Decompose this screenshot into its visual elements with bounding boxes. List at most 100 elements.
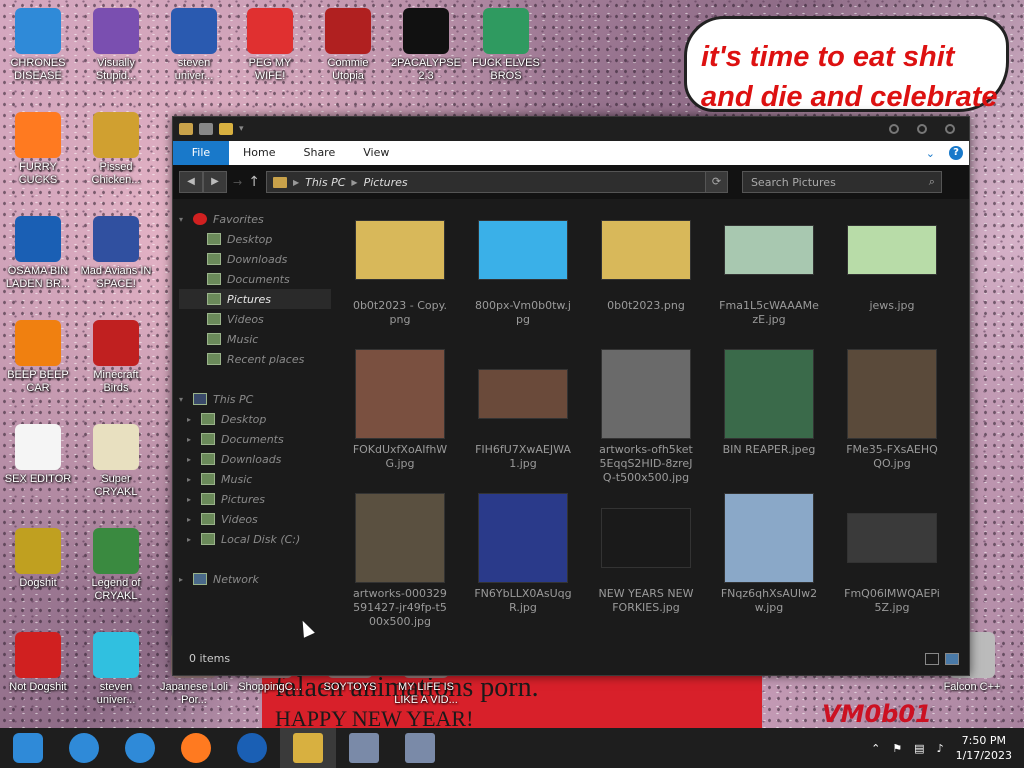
nav-item[interactable]: ▸ Downloads [179, 449, 331, 469]
file-item[interactable]: artworks-ofh5ket5EqqS2HID-8zreJQ-t500x50… [587, 349, 705, 493]
file-explorer-window[interactable]: ▾ File Home Share View ⌄ ? ◀ ▶ → ↑ ▶ Thi… [172, 116, 970, 676]
tab-view[interactable]: View [349, 141, 403, 165]
maximize-button[interactable] [917, 124, 927, 134]
nav-item[interactable]: Pictures [179, 289, 331, 309]
nav-item[interactable]: ▸ Network [179, 569, 331, 589]
file-item[interactable]: FNqz6qhXsAUIw2w.jpg [710, 493, 828, 637]
nav-item[interactable]: ▸ Local Disk (C:) [179, 529, 331, 549]
desktop-icon[interactable]: Not Dogshit [2, 632, 74, 694]
expand-arrow-icon[interactable]: ▸ [187, 415, 195, 424]
taskbar-app-button[interactable] [392, 728, 448, 768]
desktop-icon[interactable]: Commie Utopia [312, 8, 384, 83]
nav-item[interactable]: Desktop [179, 229, 331, 249]
nav-item[interactable]: Recent places [179, 349, 331, 369]
expand-arrow-icon[interactable]: ▸ [187, 535, 195, 544]
tab-file[interactable]: File [173, 141, 229, 165]
nav-item[interactable]: ▸ Documents [179, 429, 331, 449]
taskbar-app-button[interactable] [168, 728, 224, 768]
taskbar-app-button[interactable] [224, 728, 280, 768]
breadcrumb-pictures[interactable]: Pictures [364, 176, 408, 189]
network-icon[interactable]: ▤ [914, 742, 924, 755]
expand-arrow-icon[interactable]: ▸ [187, 455, 195, 464]
desktop-icon[interactable]: Mad Avians IN SPACE! [80, 216, 152, 291]
tab-share[interactable]: Share [289, 141, 349, 165]
nav-item[interactable]: ▸ Music [179, 469, 331, 489]
chevron-down-icon[interactable]: ▾ [239, 124, 244, 134]
search-icon[interactable]: ⌕ [929, 175, 935, 189]
nav-item[interactable]: Documents [179, 269, 331, 289]
taskbar-app-button[interactable] [336, 728, 392, 768]
nav-item[interactable]: Videos [179, 309, 331, 329]
minimize-button[interactable] [889, 124, 899, 134]
help-icon[interactable]: ? [949, 146, 963, 160]
desktop-icon[interactable]: BEEP BEEP CAR [2, 320, 74, 395]
details-view-icon[interactable] [925, 653, 939, 665]
desktop-icon[interactable]: Super CRYAKL [80, 424, 152, 499]
desktop-icon[interactable]: Minecraft Birds [80, 320, 152, 395]
file-item[interactable]: jews.jpg [833, 205, 951, 349]
address-bar[interactable]: ▶ This PC ▶ Pictures ⟳ [265, 171, 728, 193]
expand-arrow-icon[interactable]: ▸ [187, 515, 195, 524]
properties-icon[interactable] [199, 123, 213, 135]
desktop-icon[interactable]: steven univer... [80, 632, 152, 707]
file-item[interactable]: NEW YEARS NEW FORKIES.jpg [587, 493, 705, 637]
desktop-icon[interactable]: OSAMA BIN LADEN BR... [2, 216, 74, 291]
nav-item[interactable]: Music [179, 329, 331, 349]
expand-ribbon-icon[interactable]: ⌄ [926, 147, 935, 160]
refresh-button[interactable]: ⟳ [704, 172, 727, 192]
recent-arrow-icon[interactable]: → [233, 176, 242, 189]
nav-item[interactable]: ▸ Desktop [179, 409, 331, 429]
desktop-icon[interactable]: PEG MY WIFE! [234, 8, 306, 83]
clock[interactable]: 7:50 PM 1/17/2023 [956, 733, 1012, 763]
desktop-icon[interactable]: SEX EDITOR [2, 424, 74, 486]
expand-arrow-icon[interactable]: ▸ [187, 435, 195, 444]
desktop-icon[interactable]: Legend of CRYAKL [80, 528, 152, 603]
up-button[interactable]: ↑ [248, 174, 260, 190]
expand-arrow-icon[interactable]: ▸ [187, 475, 195, 484]
file-item[interactable]: 0b0t2023.png [587, 205, 705, 349]
file-item[interactable]: 0b0t2023 - Copy.png [341, 205, 459, 349]
taskbar-app-button[interactable] [112, 728, 168, 768]
desktop-icon[interactable]: 2PACALYPSE 2.3 [390, 8, 462, 83]
expand-arrow-icon[interactable]: ▾ [179, 395, 187, 404]
tab-home[interactable]: Home [229, 141, 289, 165]
search-input[interactable]: Search Pictures ⌕ [741, 171, 942, 193]
chevron-up-icon[interactable]: ⌃ [871, 742, 880, 755]
large-icons-view-icon[interactable] [945, 653, 959, 665]
breadcrumb-thispc[interactable]: This PC [305, 176, 345, 189]
flag-icon[interactable]: ⚑ [892, 742, 902, 755]
title-bar[interactable]: ▾ [173, 117, 969, 141]
desktop-icon[interactable]: FUCK ELVES BROS [470, 8, 542, 83]
desktop-icon[interactable]: Dogshit [2, 528, 74, 590]
desktop-icon[interactable]: steven univer... [158, 8, 230, 83]
file-item[interactable]: Fma1L5cWAAAMezE.jpg [710, 205, 828, 349]
expand-arrow-icon[interactable]: ▸ [179, 575, 187, 584]
desktop-icon[interactable]: Pissed Chicken... [80, 112, 152, 187]
file-item[interactable]: 800px-Vm0b0tw.jpg [464, 205, 582, 349]
taskbar-app-button[interactable] [56, 728, 112, 768]
file-item[interactable]: FmQ06lMWQAEPi5Z.jpg [833, 493, 951, 637]
nav-item[interactable]: ▾ This PC [179, 389, 331, 409]
file-item[interactable]: FMe35-FXsAEHQQO.jpg [833, 349, 951, 493]
file-item[interactable]: artworks-000329591427-jr49fp-t500x500.jp… [341, 493, 459, 637]
desktop-icon[interactable]: FURRY CUCKS [2, 112, 74, 187]
start-button[interactable] [0, 728, 56, 768]
file-item[interactable]: BIN REAPER.jpeg [710, 349, 828, 493]
nav-item[interactable]: ▾ Favorites [179, 209, 331, 229]
desktop-icon[interactable]: Visually Stupid... [80, 8, 152, 83]
expand-arrow-icon[interactable]: ▸ [187, 495, 195, 504]
forward-button[interactable]: ▶ [203, 171, 227, 193]
nav-item[interactable]: ▸ Pictures [179, 489, 331, 509]
file-item[interactable]: FOKdUxfXoAIfhWG.jpg [341, 349, 459, 493]
nav-item[interactable]: Downloads [179, 249, 331, 269]
file-item[interactable]: FIH6fU7XwAEJWA1.jpg [464, 349, 582, 493]
expand-arrow-icon[interactable]: ▾ [179, 215, 187, 224]
volume-icon[interactable]: ♪ [937, 742, 944, 755]
desktop-icon[interactable]: CHRONES DISEASE [2, 8, 74, 83]
close-button[interactable] [945, 124, 955, 134]
file-item[interactable]: FN6YbLLX0AsUqgR.jpg [464, 493, 582, 637]
nav-item[interactable]: ▸ Videos [179, 509, 331, 529]
back-button[interactable]: ◀ [179, 171, 203, 193]
taskbar-app-button[interactable] [280, 728, 336, 768]
new-folder-icon[interactable] [219, 123, 233, 135]
